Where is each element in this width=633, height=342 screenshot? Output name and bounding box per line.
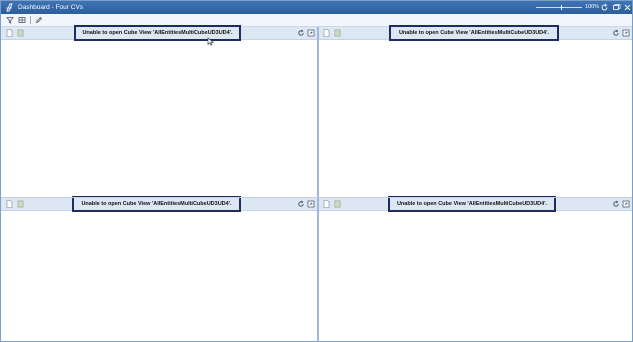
error-message: Unable to open Cube View 'AllEntitiesMul… bbox=[388, 196, 556, 212]
window-title: Dashboard - Four CVs bbox=[18, 4, 84, 11]
maximize-icon[interactable] bbox=[622, 29, 630, 37]
cube-view-panel-bottom-left: Unable to open Cube View 'AllEntitiesMul… bbox=[1, 196, 317, 341]
zoom-slider-thumb[interactable] bbox=[561, 5, 563, 10]
cube-view-panel-top-left: Unable to open Cube View 'AllEntitiesMul… bbox=[1, 25, 317, 197]
close-icon[interactable] bbox=[623, 3, 632, 12]
document-icon[interactable] bbox=[6, 200, 13, 208]
panel-splitter-vertical[interactable] bbox=[317, 27, 319, 342]
refresh-icon[interactable] bbox=[600, 3, 609, 12]
maximize-icon[interactable] bbox=[622, 200, 630, 208]
restore-window-icon[interactable] bbox=[612, 3, 621, 12]
panel-header: Unable to open Cube View 'AllEntitiesMul… bbox=[1, 25, 317, 41]
refresh-icon[interactable] bbox=[612, 200, 620, 208]
refresh-icon[interactable] bbox=[612, 29, 620, 37]
export-icon[interactable] bbox=[17, 29, 24, 37]
cube-view-panel-bottom-right: Unable to open Cube View 'AllEntitiesMul… bbox=[319, 196, 632, 341]
export-icon[interactable] bbox=[334, 29, 341, 37]
zoom-level-label: 100% bbox=[585, 4, 600, 10]
error-message: Unable to open Cube View 'AllEntitiesMul… bbox=[74, 25, 241, 41]
error-message: Unable to open Cube View 'AllEntitiesMul… bbox=[72, 196, 241, 212]
panel-header: Unable to open Cube View 'AllEntitiesMul… bbox=[1, 196, 317, 212]
panel-header: Unable to open Cube View 'AllEntitiesMul… bbox=[319, 25, 632, 41]
filter-icon[interactable] bbox=[6, 16, 14, 24]
document-icon[interactable] bbox=[6, 29, 13, 37]
maximize-icon[interactable] bbox=[307, 29, 315, 37]
app-logo-icon bbox=[6, 3, 13, 12]
export-icon[interactable] bbox=[334, 200, 341, 208]
mouse-cursor-icon bbox=[207, 37, 214, 46]
error-message: Unable to open Cube View 'AllEntitiesMul… bbox=[389, 25, 559, 41]
zoom-slider[interactable] bbox=[536, 7, 582, 8]
maximize-icon[interactable] bbox=[307, 200, 315, 208]
grid-icon[interactable] bbox=[18, 16, 26, 24]
panel-header: Unable to open Cube View 'AllEntitiesMul… bbox=[319, 196, 632, 212]
pencil-icon[interactable] bbox=[35, 16, 43, 24]
document-icon[interactable] bbox=[323, 200, 330, 208]
dashboard-window: Dashboard - Four CVs 100% Unable to open… bbox=[0, 0, 633, 342]
toolbar-separator bbox=[30, 16, 31, 24]
refresh-icon[interactable] bbox=[297, 200, 305, 208]
cube-view-panel-top-right: Unable to open Cube View 'AllEntitiesMul… bbox=[319, 25, 632, 197]
panel-splitter-horizontal[interactable] bbox=[1, 197, 632, 198]
refresh-icon[interactable] bbox=[297, 29, 305, 37]
title-bar: Dashboard - Four CVs 100% bbox=[1, 1, 632, 14]
export-icon[interactable] bbox=[17, 200, 24, 208]
document-icon[interactable] bbox=[323, 29, 330, 37]
